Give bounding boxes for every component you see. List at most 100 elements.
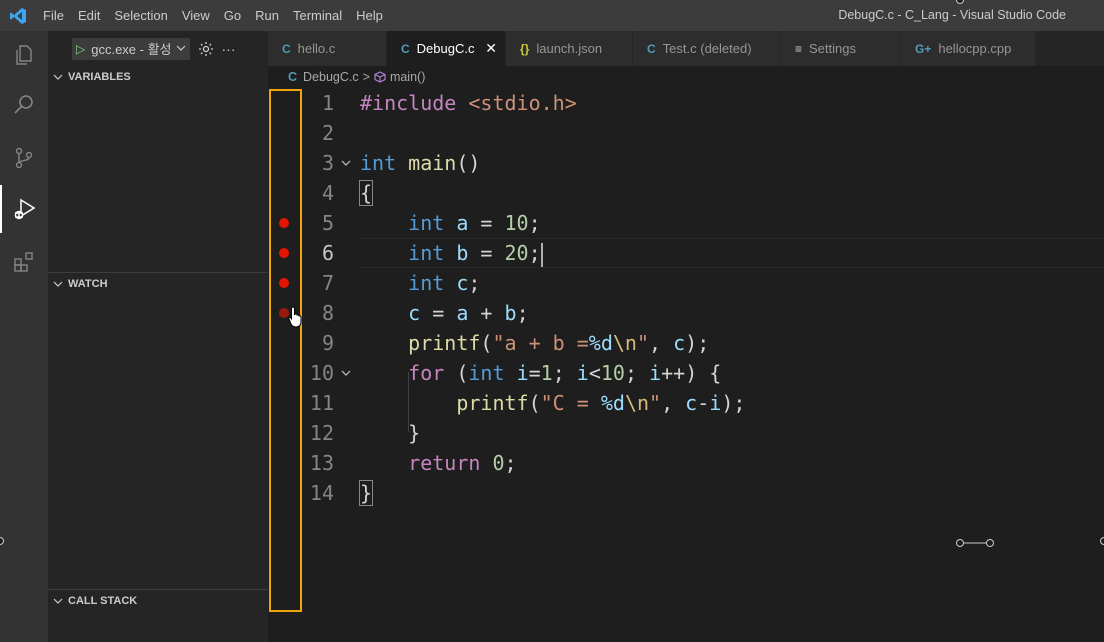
code-text: int b = 20; — [408, 241, 543, 267]
title-bar: File Edit Selection View Go Run Terminal… — [0, 0, 1104, 31]
code-text: c = a + b; — [408, 301, 529, 325]
search-icon[interactable] — [0, 81, 48, 129]
menu-file[interactable]: File — [36, 0, 71, 31]
tab-label: Settings — [809, 41, 856, 56]
code-editor[interactable]: 1 #include <stdio.h> 2 3 int main() 4 { … — [268, 88, 1104, 642]
code-text: } — [358, 480, 374, 506]
c-file-icon: C — [647, 41, 656, 56]
menu-go[interactable]: Go — [217, 0, 248, 31]
line-number[interactable]: 5 — [302, 208, 334, 238]
tab-hello-c[interactable]: C hello.c — [268, 31, 387, 66]
code-line[interactable]: 13 return 0; — [268, 448, 1104, 478]
code-line[interactable]: 9 printf("a + b =%d\n", c); — [268, 328, 1104, 358]
line-number[interactable]: 13 — [302, 448, 334, 478]
source-control-icon[interactable] — [0, 134, 48, 182]
menu-terminal[interactable]: Terminal — [286, 0, 349, 31]
line-number[interactable]: 8 — [302, 298, 334, 328]
tab-label: launch.json — [536, 41, 603, 56]
chevron-down-icon — [48, 596, 68, 606]
text-cursor — [540, 242, 543, 267]
variables-label: VARIABLES — [68, 71, 131, 83]
line-number[interactable]: 4 — [302, 178, 334, 208]
tab-label: DebugC.c — [416, 41, 475, 56]
c-file-icon: C — [401, 41, 410, 56]
close-icon[interactable]: ✕ — [485, 40, 497, 57]
code-line[interactable]: 11 printf("C = %d\n", c-i); — [268, 388, 1104, 418]
watch-label: WATCH — [68, 277, 108, 290]
cpp-file-icon: G+ — [915, 41, 932, 56]
tab-test-c-deleted[interactable]: C Test.c (deleted) — [633, 31, 781, 66]
code-text: printf("a + b =%d\n", c); — [408, 331, 710, 355]
editor-tab-bar: C hello.c C DebugC.c ✕ {} launch.json C … — [268, 31, 1104, 66]
explorer-icon[interactable] — [0, 31, 48, 79]
tab-settings[interactable]: ≡ Settings — [781, 31, 901, 66]
code-line[interactable]: 1 #include <stdio.h> — [268, 88, 1104, 118]
line-number[interactable]: 1 — [302, 88, 334, 118]
c-file-icon: C — [288, 70, 298, 84]
breadcrumb: C DebugC.c > main() — [268, 66, 1104, 88]
line-number[interactable]: 11 — [302, 388, 334, 418]
code-line[interactable]: 4 { — [268, 178, 1104, 208]
gear-icon[interactable] — [198, 41, 214, 57]
line-number[interactable]: 12 — [302, 418, 334, 448]
line-number[interactable]: 14 — [302, 478, 334, 508]
more-actions-icon[interactable]: ··· — [222, 41, 236, 57]
chevron-down-icon — [48, 279, 68, 289]
json-file-icon: {} — [520, 41, 530, 56]
code-text: for (int i=1; i<10; i++) { — [408, 361, 722, 385]
debug-toolbar: ▷ gcc.exe - 활성 ··· — [48, 31, 268, 66]
call-stack-section-header[interactable]: CALL STACK — [48, 589, 268, 611]
tab-label: hellocpp.cpp — [938, 41, 1012, 56]
menu-help[interactable]: Help — [349, 0, 390, 31]
run-debug-sidebar: ▷ gcc.exe - 활성 ··· VARIABLES WATCH CALL … — [48, 31, 268, 642]
menu-view[interactable]: View — [175, 0, 217, 31]
chevron-down-icon — [48, 72, 68, 82]
extensions-icon[interactable] — [0, 238, 48, 286]
breadcrumb-symbol[interactable]: main() — [390, 70, 425, 84]
line-number[interactable]: 6 — [302, 238, 334, 268]
code-text: { — [358, 180, 374, 206]
code-line[interactable]: 10 for (int i=1; i<10; i++) { — [268, 358, 1104, 388]
line-number[interactable]: 9 — [302, 328, 334, 358]
code-line[interactable]: 3 int main() — [268, 148, 1104, 178]
line-number[interactable]: 10 — [302, 358, 334, 388]
run-debug-icon[interactable] — [0, 185, 48, 233]
menu-selection[interactable]: Selection — [107, 0, 174, 31]
c-file-icon: C — [282, 41, 291, 56]
code-line[interactable]: 14 } — [268, 478, 1104, 508]
tab-label: hello.c — [297, 41, 336, 56]
tab-hellocpp-cpp[interactable]: G+ hellocpp.cpp — [901, 31, 1036, 66]
line-number[interactable]: 3 — [302, 148, 334, 178]
code-text: int c; — [408, 271, 481, 295]
call-stack-label: CALL STACK — [68, 594, 138, 607]
tab-label: Test.c (deleted) — [662, 41, 752, 56]
code-line[interactable]: 7 int c; — [268, 268, 1104, 298]
start-debugging-icon[interactable]: ▷ — [76, 42, 85, 56]
code-line[interactable]: 2 — [268, 118, 1104, 148]
tab-launch-json[interactable]: {} launch.json — [506, 31, 633, 66]
menu-run[interactable]: Run — [248, 0, 286, 31]
tab-debugc-c[interactable]: C DebugC.c ✕ — [387, 31, 506, 66]
code-line[interactable]: 5 int a = 10; — [268, 208, 1104, 238]
hand-pointer-icon — [288, 306, 304, 331]
code-text: printf("C = %d\n", c-i); — [456, 391, 746, 415]
variables-section-header[interactable]: VARIABLES — [48, 66, 268, 88]
code-line[interactable]: 8 c = a + b; — [268, 298, 1104, 328]
code-line-current[interactable]: 6 int b = 20; — [268, 238, 1104, 268]
launch-config-label: gcc.exe - 활성 — [91, 42, 172, 57]
breakpoint-gutter-highlight — [269, 89, 302, 612]
rotation-handle[interactable] — [956, 536, 996, 547]
code-text: } — [360, 421, 421, 445]
line-number[interactable]: 2 — [302, 118, 334, 148]
activity-bar — [0, 31, 48, 642]
breadcrumb-file[interactable]: DebugC.c — [303, 70, 359, 84]
launch-config-select[interactable]: ▷ gcc.exe - 활성 — [72, 37, 190, 60]
resize-handle[interactable] — [1100, 537, 1104, 545]
code-text: int main() — [360, 151, 481, 175]
symbol-method-icon — [374, 71, 386, 83]
chevron-down-icon — [176, 41, 186, 56]
watch-section-header[interactable]: WATCH — [48, 272, 268, 294]
line-number[interactable]: 7 — [302, 268, 334, 298]
code-line[interactable]: 12 } — [268, 418, 1104, 448]
menu-edit[interactable]: Edit — [71, 0, 107, 31]
